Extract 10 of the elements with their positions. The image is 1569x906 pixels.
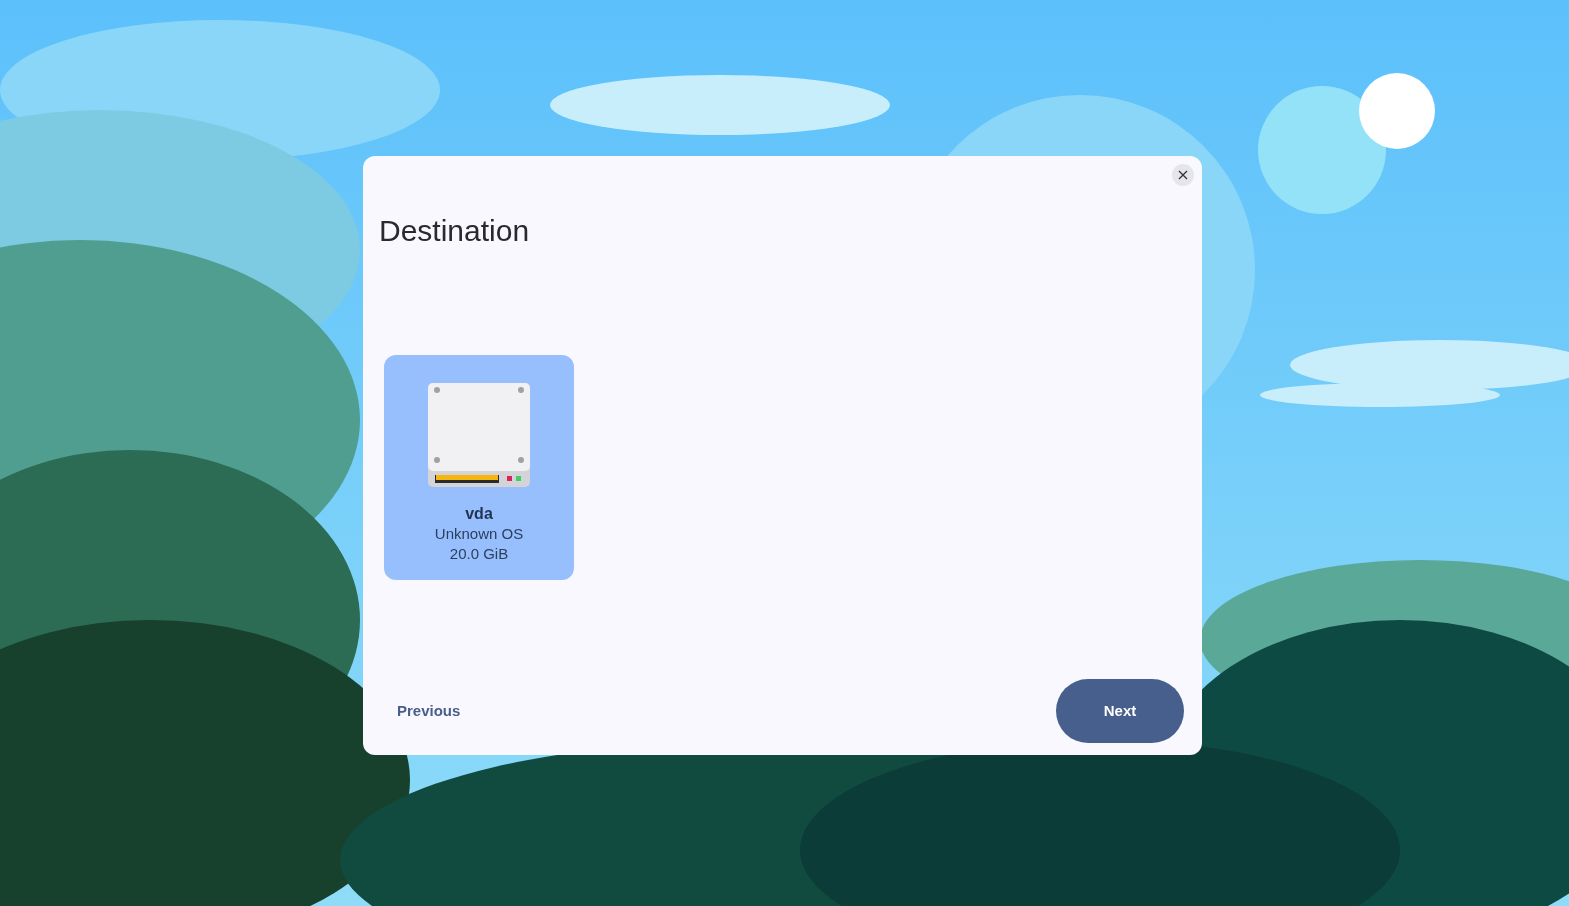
hard-drive-icon xyxy=(427,382,531,488)
close-button[interactable] xyxy=(1172,164,1194,186)
disk-os: Unknown OS xyxy=(434,524,524,544)
disk-name: vda xyxy=(465,504,493,524)
next-button[interactable]: Next xyxy=(1056,679,1184,743)
disk-size: 20.0 GiB xyxy=(449,544,509,564)
previous-button[interactable]: Previous xyxy=(383,691,475,731)
close-icon xyxy=(1178,170,1188,180)
dialog-title: Destination xyxy=(379,213,530,249)
disk-card[interactable]: vda Unknown OS 20.0 GiB xyxy=(384,355,574,580)
